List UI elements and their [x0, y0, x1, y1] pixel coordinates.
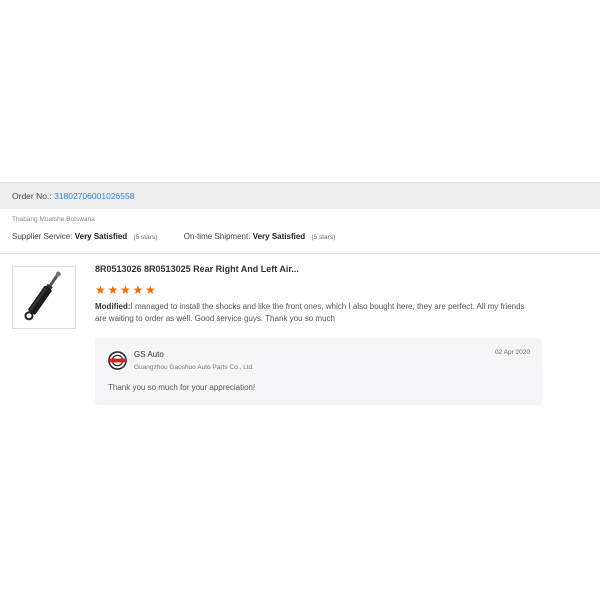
star-icon: ★ [132, 283, 144, 297]
star-icon: ★ [95, 283, 106, 297]
product-thumbnail[interactable] [12, 266, 76, 329]
order-label: Order No.: [12, 191, 52, 201]
product-title-link[interactable]: 8R0513026 8R0513025 Rear Right And Left … [95, 264, 299, 274]
gs-auto-logo [108, 351, 127, 370]
review-text: I managed to install the shocks and like… [95, 302, 525, 323]
supplier-service-value: Very Satisfied [74, 232, 128, 241]
review-modified-label: Modified: [95, 302, 131, 311]
shipment-label: On-time Shipment: [183, 232, 251, 241]
star-icon: ★ [120, 283, 131, 297]
reply-text: Thank you so much for your appreciation! [108, 383, 256, 392]
seller-reply: GS Auto Guangzhou Gaoshuo Auto Parts Co.… [95, 338, 542, 405]
supplier-service-label: Supplier Service: [12, 232, 73, 241]
shipment-value: Very Satisfied [252, 232, 306, 241]
star-icon: ★ [145, 283, 156, 297]
service-ratings: Supplier Service: Very Satisfied (5 star… [12, 232, 335, 241]
shipment-stars: (5 stars) [311, 234, 336, 241]
shock-absorber-image [24, 271, 61, 321]
supplier-service-stars: (5 stars) [133, 234, 158, 241]
seller-company: Guangzhou Gaoshuo Auto Parts Co., Ltd. [134, 364, 254, 371]
review-body: Modified:I managed to install the shocks… [95, 301, 535, 325]
star-icon: ★ [107, 283, 119, 297]
seller-name: GS Auto [134, 350, 164, 359]
order-number-link[interactable]: 31802706001026558 [54, 191, 134, 201]
divider [0, 253, 600, 254]
review-stars: ★ ★ ★ ★ ★ [95, 284, 158, 296]
order-bar: Order No.: 31802706001026558 [0, 182, 600, 209]
buyer-name-location: Thabang Moatshe,Botswana [12, 216, 95, 223]
reply-date: 02 Apr 2020 [494, 349, 530, 356]
